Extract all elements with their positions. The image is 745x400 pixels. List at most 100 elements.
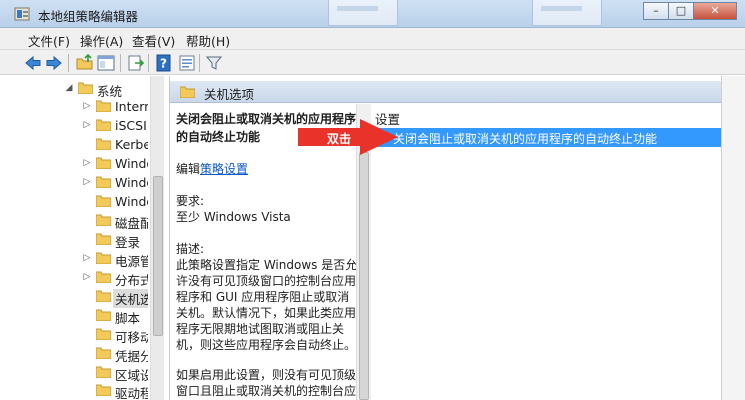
folder-icon xyxy=(96,271,111,283)
expand-arrow-icon[interactable]: ▷ xyxy=(82,120,92,130)
folder-icon xyxy=(96,328,111,340)
forward-arrow-icon[interactable] xyxy=(45,54,63,72)
close-button[interactable]: ✕ xyxy=(693,2,737,20)
description-scrollbar-thumb[interactable] xyxy=(359,152,369,400)
folder-icon xyxy=(96,100,111,112)
help-icon[interactable]: ? xyxy=(155,54,173,72)
toolbar: ? xyxy=(0,50,745,75)
folder-icon xyxy=(96,176,111,188)
tree-item[interactable]: ▷ iSCSI xyxy=(0,117,150,135)
requirements-value: 至少 Windows Vista xyxy=(176,210,291,224)
back-arrow-icon[interactable] xyxy=(24,54,42,72)
tree-item[interactable]: Kerberos xyxy=(0,136,150,154)
menu-help[interactable]: 帮助(H) xyxy=(186,31,230,50)
settings-list: 设置 关闭会阻止或取消关机的应用程序的自动终止功能 xyxy=(371,104,722,400)
folder-icon xyxy=(96,233,111,245)
window-right-edge xyxy=(721,76,745,400)
tree-item[interactable]: ▷ Internet xyxy=(0,98,150,116)
folder-icon xyxy=(96,119,111,131)
maximize-button[interactable]: □ xyxy=(668,2,694,20)
window-title: 本地组策略编辑器 xyxy=(38,9,139,24)
description-line: 如果启用此设置，则没有可见顶级 xyxy=(176,368,357,382)
description-line: 许没有可见顶级窗口的控制台应用 xyxy=(176,274,357,288)
tree-item-label: 磁盘配额 xyxy=(115,216,148,231)
tree-item[interactable]: ▷ 电源管理 xyxy=(0,250,150,269)
properties-icon[interactable] xyxy=(178,54,196,72)
description-line: 程序无限期地试图取消或阻止关 xyxy=(176,322,345,336)
menu-file[interactable]: 文件(F) xyxy=(28,31,70,50)
folder-icon xyxy=(96,252,111,264)
tree-scrollbar[interactable] xyxy=(150,76,164,400)
description-label: 描述: xyxy=(176,242,205,256)
edit-policy-link[interactable]: 策略设置 xyxy=(200,162,248,176)
tree-item-label: 登录 xyxy=(115,235,141,250)
show-hide-tree-icon[interactable] xyxy=(97,54,115,72)
expand-arrow-icon[interactable]: ▷ xyxy=(82,158,92,168)
tree-item[interactable]: ◢ 系统 xyxy=(0,80,150,99)
folder-icon xyxy=(96,157,111,169)
tree-item-label: Kerberos xyxy=(115,137,148,152)
tree-item-label: 分布式 xyxy=(115,273,148,288)
tree-item[interactable]: 脚本 xyxy=(0,307,150,326)
tree-item[interactable]: 凭据分配 xyxy=(0,345,150,364)
tree-item[interactable]: 登录 xyxy=(0,231,150,250)
tree-item[interactable]: 驱动程序 xyxy=(0,382,150,400)
tree-item-label: 电源管理 xyxy=(115,254,148,269)
background-window-2 xyxy=(532,0,602,26)
details-pane: 关机选项 关闭会阻止或取消关机的应用程序的自动终止功能 编辑策略设置 要求: 至… xyxy=(169,76,722,400)
description-line: 机，则这些应用程序会自动终止。 xyxy=(176,338,357,352)
expand-arrow-icon[interactable]: ▷ xyxy=(82,101,92,111)
expand-arrow-icon[interactable]: ▷ xyxy=(82,253,92,263)
tree-item-label: Windows xyxy=(115,156,148,171)
tree-item[interactable]: 可移动 xyxy=(0,326,150,345)
requirements-label: 要求: xyxy=(176,194,205,208)
expand-arrow-icon[interactable]: ▷ xyxy=(82,272,92,282)
tree-scrollbar-thumb[interactable] xyxy=(153,176,163,336)
tree-item-label: Windows xyxy=(115,175,148,190)
details-header: 关机选项 xyxy=(170,81,722,103)
folder-icon xyxy=(96,138,111,150)
folder-icon xyxy=(96,290,111,302)
gpedit-app-icon xyxy=(14,7,30,21)
tree-item-label: Internet xyxy=(115,99,148,114)
folder-icon xyxy=(96,309,111,321)
tree-item-label: 驱动程序 xyxy=(115,386,148,400)
tree-item[interactable]: ▷ Windows xyxy=(0,174,150,192)
details-header-title: 关机选项 xyxy=(204,87,255,102)
folder-icon xyxy=(96,384,111,396)
description-line: 窗口且阻止或取消关机的控制台应 xyxy=(176,384,357,398)
tree-item[interactable]: 区域设置 xyxy=(0,364,150,383)
title-bar: 本地组策略编辑器 – □ ✕ xyxy=(0,0,745,28)
minimize-button[interactable]: – xyxy=(643,2,669,20)
tree-item[interactable]: ▷ 分布式 xyxy=(0,269,150,288)
tree-item-label: 可移动 xyxy=(115,330,148,345)
tree-item[interactable]: Windows xyxy=(0,193,150,211)
settings-row-selected[interactable]: 关闭会阻止或取消关机的应用程序的自动终止功能 xyxy=(371,128,722,147)
export-list-icon[interactable] xyxy=(127,54,145,72)
edit-policy-line: 编辑策略设置 xyxy=(176,160,248,177)
background-window-1 xyxy=(328,0,398,26)
navigation-tree: ◢ 系统 ▷ Internet ▷ iSCSI Kerberos ▷ Windo… xyxy=(0,76,164,400)
description-line: 程序和 GUI 应用程序阻止或取消 xyxy=(176,290,350,304)
filter-icon[interactable] xyxy=(205,54,223,72)
menu-view[interactable]: 查看(V) xyxy=(132,31,175,50)
folder-icon xyxy=(96,347,111,359)
annotation-label: 双击 xyxy=(327,132,352,146)
up-folder-icon[interactable] xyxy=(76,54,94,72)
menu-bar: 文件(F) 操作(A) 查看(V) 帮助(H) xyxy=(0,28,745,50)
menu-action[interactable]: 操作(A) xyxy=(80,31,123,50)
folder-icon xyxy=(180,86,195,98)
tree-item-label: 关机选项 xyxy=(113,289,148,308)
tree-item[interactable]: ▷ Windows xyxy=(0,155,150,173)
description-line: 关机。默认情况下，如果此类应用 xyxy=(176,306,357,320)
collapse-arrow-icon[interactable]: ◢ xyxy=(64,83,74,93)
folder-icon xyxy=(96,195,111,207)
folder-open-icon xyxy=(78,82,93,94)
tree-item-label: Windows xyxy=(115,194,148,209)
tree-item-selected[interactable]: 关机选项 xyxy=(0,288,150,308)
expand-arrow-icon[interactable]: ▷ xyxy=(82,177,92,187)
description-line: 此策略设置指定 Windows 是否允 xyxy=(176,258,358,272)
tree-item-label: 凭据分配 xyxy=(115,349,148,364)
tree-item-label: iSCSI xyxy=(115,118,147,133)
tree-item[interactable]: 磁盘配额 xyxy=(0,212,150,231)
